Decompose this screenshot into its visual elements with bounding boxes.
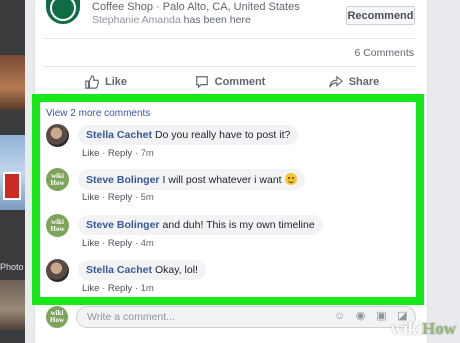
comment-meta: Like · Reply · 4m [82,238,154,249]
comment-button[interactable]: Comment [168,70,292,94]
comment-author[interactable]: Steve Bolinger [86,219,160,231]
comment-time[interactable]: 5m [141,192,154,203]
divider [44,38,416,39]
post-actions: Like Comment Share [44,70,416,94]
visitor-line: Stephanie Amanda has been here [92,14,251,26]
comment-time[interactable]: 4m [141,238,154,249]
comment-reply-link[interactable]: Reply [108,283,132,294]
photo-thumbnail[interactable] [3,172,21,200]
watermark-how: How [422,319,456,338]
comment-input-placeholder: Write a comment... [87,311,175,323]
share-arrow-icon [329,75,343,88]
share-label: Share [348,76,380,88]
comment-reply-link[interactable]: Reply [108,148,132,159]
comment-like-link[interactable]: Like [82,238,99,249]
visitor-suffix: has been here [183,14,251,26]
comment-like-link[interactable]: Like [82,283,99,294]
share-button[interactable]: Share [292,70,416,94]
comment-like-link[interactable]: Like [82,192,99,203]
place-info: Coffee Shop · Palo Alto, CA, United Stat… [92,1,300,13]
recommend-button[interactable]: Recommend [346,6,415,25]
gif-icon[interactable]: ▣ [375,310,388,323]
right-background-strip [428,0,460,343]
commenter-avatar[interactable] [46,124,69,147]
comment-bubble: Stella Cachet Okay, lol! [78,260,206,280]
comment-text: I will post whatever i want [162,174,282,186]
photo-thumbnail[interactable] [0,55,25,110]
comment-reply-link[interactable]: Reply [108,192,132,203]
composer-avatar: wiki How [46,306,68,328]
comment-input[interactable]: Write a comment... ☺ ◉ ▣ ◪ [76,306,416,328]
comment-text: Do you really have to post it? [154,129,291,141]
comment-bubble: Stella Cachet Do you really have to post … [78,125,299,145]
avatar-text: How [50,316,64,324]
comment-author[interactable]: Stella Cachet [86,129,152,141]
comments-count[interactable]: 6 Comments [354,47,414,59]
comment-time[interactable]: 1m [141,283,154,294]
thumbs-up-icon [85,75,99,89]
comment-reply-link[interactable]: Reply [108,238,132,249]
left-photo-label: Photo [0,262,24,272]
avatar-text: How [50,178,65,187]
comment-author[interactable]: Steve Bolinger [86,174,160,186]
comment-time[interactable]: 7m [141,148,154,159]
like-label: Like [104,76,127,88]
photo-thumbnail[interactable] [0,280,25,330]
commenter-avatar[interactable]: wiki How [46,168,69,191]
emoji-icon[interactable]: ☺ [333,310,346,323]
comment-meta: Like · Reply · 5m [82,192,154,203]
comment-bubble: Steve Bolinger I will post whatever i wan… [78,169,305,190]
comment-text: Okay, lol! [154,264,198,276]
visitor-name[interactable]: Stephanie Amanda [92,14,181,26]
divider [44,66,416,67]
wikihow-watermark: wikiHow [391,319,456,339]
comment-meta: Like · Reply · 7m [82,148,154,159]
commenter-avatar[interactable] [46,259,69,282]
comment-text: and duh! This is my own timeline [162,219,315,231]
like-button[interactable]: Like [44,70,168,94]
comment-like-link[interactable]: Like [82,148,99,159]
view-more-comments-link[interactable]: View 2 more comments [46,108,150,119]
comment-label: Comment [214,76,266,88]
comment-bubble: Steve Bolinger and duh! This is my own ti… [78,215,323,235]
smiley-icon [284,173,297,185]
comment-meta: Like · Reply · 1m [82,283,154,294]
watermark-wiki: wiki [390,319,422,338]
avatar-text: How [50,224,65,233]
camera-icon[interactable]: ◉ [354,310,367,323]
speech-bubble-icon [195,76,208,89]
comment-author[interactable]: Stella Cachet [86,264,152,276]
logo-ring-icon [50,0,76,21]
commenter-avatar[interactable]: wiki How [46,214,69,237]
